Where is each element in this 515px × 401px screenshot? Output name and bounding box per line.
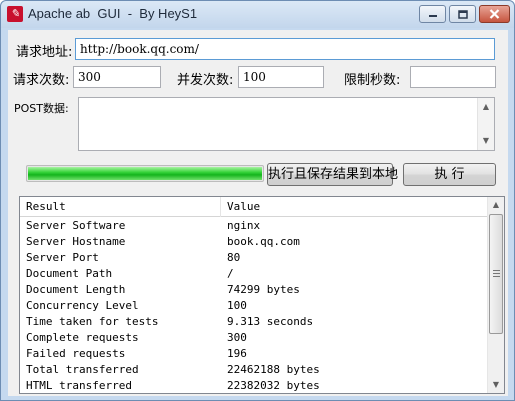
result-value: 22462188 bytes <box>227 363 320 376</box>
run-button[interactable]: 执 行 <box>403 163 496 186</box>
url-input[interactable]: http://book.qq.com/ <box>75 38 495 60</box>
title-bar[interactable]: ✎ Apache ab GUI - By HeyS1 <box>1 1 514 28</box>
results-list[interactable]: Result Value Server Software nginx Server … <box>19 196 505 394</box>
result-name: Failed requests <box>26 347 126 360</box>
result-value: 196 <box>227 347 247 360</box>
results-header: Result Value <box>20 197 487 217</box>
result-name: Time taken for tests <box>26 315 159 328</box>
window-title: Apache ab GUI - By HeyS1 <box>28 6 198 21</box>
post-textarea[interactable]: ▲ ▼ <box>78 97 495 151</box>
table-row[interactable]: Time taken for tests 9.313 seconds <box>20 314 487 330</box>
scroll-up-icon[interactable]: ▲ <box>488 197 504 213</box>
run-and-save-button[interactable]: 执行且保存结果到本地 <box>267 163 398 186</box>
results-scrollbar[interactable]: ▲ ▼ <box>487 197 504 393</box>
grip-line <box>493 270 500 271</box>
result-name: HTML transferred <box>26 379 132 392</box>
table-row[interactable]: Document Path / <box>20 266 487 282</box>
maximize-button[interactable] <box>449 5 476 23</box>
url-label: 请求地址: <box>16 45 73 60</box>
table-row[interactable]: Server Port 80 <box>20 250 487 266</box>
table-row[interactable]: HTML transferred 22382032 bytes <box>20 378 487 393</box>
result-value: book.qq.com <box>227 235 300 248</box>
concurrency-input[interactable]: 100 <box>238 66 324 88</box>
result-value: 100 <box>227 299 247 312</box>
timelimit-label: 限制秒数: <box>344 73 401 88</box>
table-row[interactable]: Server Hostname book.qq.com <box>20 234 487 250</box>
result-value: 22382032 bytes <box>227 379 320 392</box>
table-row[interactable]: Concurrency Level 100 <box>20 298 487 314</box>
table-row[interactable]: Complete requests 300 <box>20 330 487 346</box>
requests-label: 请求次数: <box>13 73 70 88</box>
scroll-up-icon[interactable]: ▲ <box>478 99 494 115</box>
table-row[interactable]: Total transferred 22462188 bytes <box>20 362 487 378</box>
column-header-value[interactable]: Value <box>221 197 487 217</box>
table-row[interactable]: Document Length 74299 bytes <box>20 282 487 298</box>
result-value: / <box>227 267 234 280</box>
progress-fill <box>28 167 262 180</box>
maximize-icon <box>457 9 468 19</box>
result-value: 80 <box>227 251 241 264</box>
minimize-icon <box>428 15 437 17</box>
minimize-button[interactable] <box>419 5 446 23</box>
close-button[interactable] <box>479 5 510 23</box>
result-name: Document Path <box>26 267 113 280</box>
result-value: 9.313 seconds <box>227 315 314 328</box>
scroll-down-icon[interactable]: ▼ <box>478 133 494 149</box>
client-area: 请求地址: http://book.qq.com/ 请求次数: 300 并发次数… <box>8 30 508 396</box>
result-name: Server Port <box>26 251 99 264</box>
result-value: 74299 bytes <box>227 283 300 296</box>
post-scrollbar[interactable]: ▲ ▼ <box>477 98 494 150</box>
feather-icon: ✎ <box>7 6 23 22</box>
requests-input[interactable]: 300 <box>73 66 161 88</box>
table-row[interactable]: Server Software nginx <box>20 218 487 234</box>
result-value: 300 <box>227 331 247 344</box>
timelimit-input[interactable] <box>410 66 496 88</box>
result-value: nginx <box>227 219 261 232</box>
progress-bar <box>26 165 264 182</box>
table-row[interactable]: Failed requests 196 <box>20 346 487 362</box>
results-rows: Server Software nginx Server Hostname book.… <box>20 218 487 393</box>
result-name: Total transferred <box>26 363 139 376</box>
scroll-down-icon[interactable]: ▼ <box>488 377 504 393</box>
grip-line <box>493 273 500 274</box>
concurrency-label: 并发次数: <box>177 73 234 88</box>
column-header-result[interactable]: Result <box>20 197 221 217</box>
result-name: Complete requests <box>26 331 139 344</box>
result-name: Document Length <box>26 283 126 296</box>
result-name: Concurrency Level <box>26 299 139 312</box>
grip-line <box>493 276 500 277</box>
post-label: POST数据: <box>14 102 69 115</box>
scroll-thumb[interactable] <box>489 214 503 334</box>
result-name: Server Hostname <box>26 235 126 248</box>
close-icon <box>489 9 500 19</box>
result-name: Server Software <box>26 219 126 232</box>
app-window: ✎ Apache ab GUI - By HeyS1 请求地址: http://… <box>0 0 515 401</box>
